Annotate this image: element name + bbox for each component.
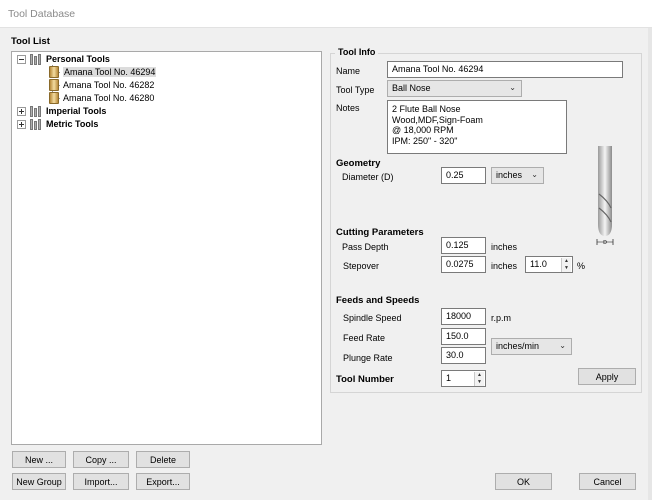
chevron-down-icon: ⌄ (509, 83, 516, 92)
cancel-button[interactable]: Cancel (579, 473, 636, 490)
spindle-speed-label: Spindle Speed (343, 313, 402, 323)
tool-bit-icon (49, 79, 59, 91)
tool-number-value: 1 (446, 373, 452, 383)
plunge-rate-label: Plunge Rate (343, 353, 393, 363)
tool-info-title: Tool Info (335, 47, 379, 57)
notes-textarea[interactable]: 2 Flute Ball Nose Wood,MDF,Sign-Foam @ 1… (387, 100, 567, 154)
dimension-label: D (603, 240, 607, 246)
chevron-down-icon: ⌄ (531, 170, 538, 179)
spin-up-icon[interactable]: ▲ (562, 258, 571, 265)
ok-button[interactable]: OK (495, 473, 552, 490)
stepover-unit: inches (491, 261, 518, 271)
tool-number-label: Tool Number (336, 374, 394, 385)
copy-tool-button[interactable]: Copy ... (73, 451, 129, 468)
expand-icon[interactable] (17, 106, 26, 116)
feed-rate-label: Feed Rate (343, 333, 386, 343)
rate-unit-value: inches/min (496, 341, 540, 351)
tool-type-label: Tool Type (336, 85, 375, 95)
tree-group-label: Imperial Tools (46, 106, 107, 116)
tool-number-field[interactable]: 1 ▲ ▼ (441, 370, 486, 387)
pass-depth-unit: inches (491, 242, 518, 252)
spin-down-icon[interactable]: ▼ (475, 379, 484, 386)
pass-depth-label: Pass Depth (342, 242, 389, 252)
tree-item-tool-46280[interactable]: Amana Tool No. 46280 (49, 92, 154, 104)
tree-group-imperial-tools[interactable]: Imperial Tools (17, 105, 106, 117)
percent-sign: % (577, 261, 586, 271)
window-title: Tool Database (8, 8, 76, 20)
feeds-speeds-heading: Feeds and Speeds (336, 295, 420, 306)
title-bar: Tool Database (0, 0, 652, 28)
tool-bit-icon (49, 92, 59, 104)
delete-tool-button[interactable]: Delete (136, 451, 190, 468)
tool-type-value: Ball Nose (392, 83, 431, 93)
import-button[interactable]: Import... (73, 473, 129, 490)
expand-icon[interactable] (17, 119, 26, 129)
tool-folder-icon (29, 118, 43, 130)
tree-group-personal-tools[interactable]: Personal Tools (17, 53, 110, 65)
name-label: Name (336, 66, 361, 76)
stepover-percent-value: 11.0 (530, 259, 547, 269)
spindle-speed-unit: r.p.m (491, 313, 512, 323)
rate-unit-select[interactable]: inches/min ⌄ (491, 338, 572, 355)
tree-group-label: Personal Tools (46, 54, 110, 64)
ball-nose-bit-diagram: D (596, 146, 614, 246)
geometry-heading: Geometry (336, 158, 381, 169)
bit-shank (598, 146, 612, 186)
diameter-unit-select[interactable]: inches ⌄ (491, 167, 544, 184)
spin-up-icon[interactable]: ▲ (475, 372, 484, 379)
spin-down-icon[interactable]: ▼ (562, 265, 571, 272)
diameter-unit-value: inches (496, 170, 523, 180)
spindle-speed-field[interactable]: 18000 (441, 308, 486, 325)
pass-depth-field[interactable]: 0.125 (441, 237, 486, 254)
new-tool-button[interactable]: New ... (12, 451, 66, 468)
tool-bit-icon (49, 66, 59, 78)
tree-item-label: Amana Tool No. 46280 (63, 93, 155, 103)
tool-type-select[interactable]: Ball Nose ⌄ (387, 80, 522, 97)
tool-name-field[interactable]: Amana Tool No. 46294 (387, 61, 623, 78)
feed-rate-field[interactable]: 150.0 (441, 328, 486, 345)
collapse-icon[interactable] (17, 54, 26, 64)
stepover-field[interactable]: 0.0275 (441, 256, 486, 273)
diameter-label: Diameter (D) (342, 172, 394, 182)
tree-item-tool-46294[interactable]: Amana Tool No. 46294 (49, 66, 157, 78)
diameter-field[interactable]: 0.25 (441, 167, 486, 184)
window-frame-edge (648, 28, 652, 500)
apply-button[interactable]: Apply (578, 368, 636, 385)
chevron-down-icon: ⌄ (559, 341, 566, 350)
tool-tree[interactable]: Personal Tools Amana Tool No. 46294 Aman… (11, 51, 322, 445)
export-button[interactable]: Export... (136, 473, 190, 490)
stepover-spinner[interactable]: ▲ ▼ (561, 258, 571, 272)
tree-item-label: Amana Tool No. 46282 (63, 80, 155, 90)
stepover-percent-field[interactable]: 11.0 ▲ ▼ (525, 256, 573, 273)
tree-item-label: Amana Tool No. 46294 (63, 67, 157, 77)
bit-flutes (598, 186, 612, 236)
plunge-rate-field[interactable]: 30.0 (441, 347, 486, 364)
tool-list-label: Tool List (11, 36, 50, 47)
new-group-button[interactable]: New Group (12, 473, 66, 490)
cutting-parameters-heading: Cutting Parameters (336, 227, 424, 238)
tool-folder-icon (29, 105, 43, 117)
tool-number-spinner[interactable]: ▲ ▼ (474, 372, 484, 386)
tree-item-tool-46282[interactable]: Amana Tool No. 46282 (49, 79, 154, 91)
notes-label: Notes (336, 103, 360, 113)
tree-group-label: Metric Tools (46, 119, 99, 129)
stepover-label: Stepover (343, 261, 380, 271)
tool-folder-icon (29, 53, 43, 65)
tree-group-metric-tools[interactable]: Metric Tools (17, 118, 98, 130)
